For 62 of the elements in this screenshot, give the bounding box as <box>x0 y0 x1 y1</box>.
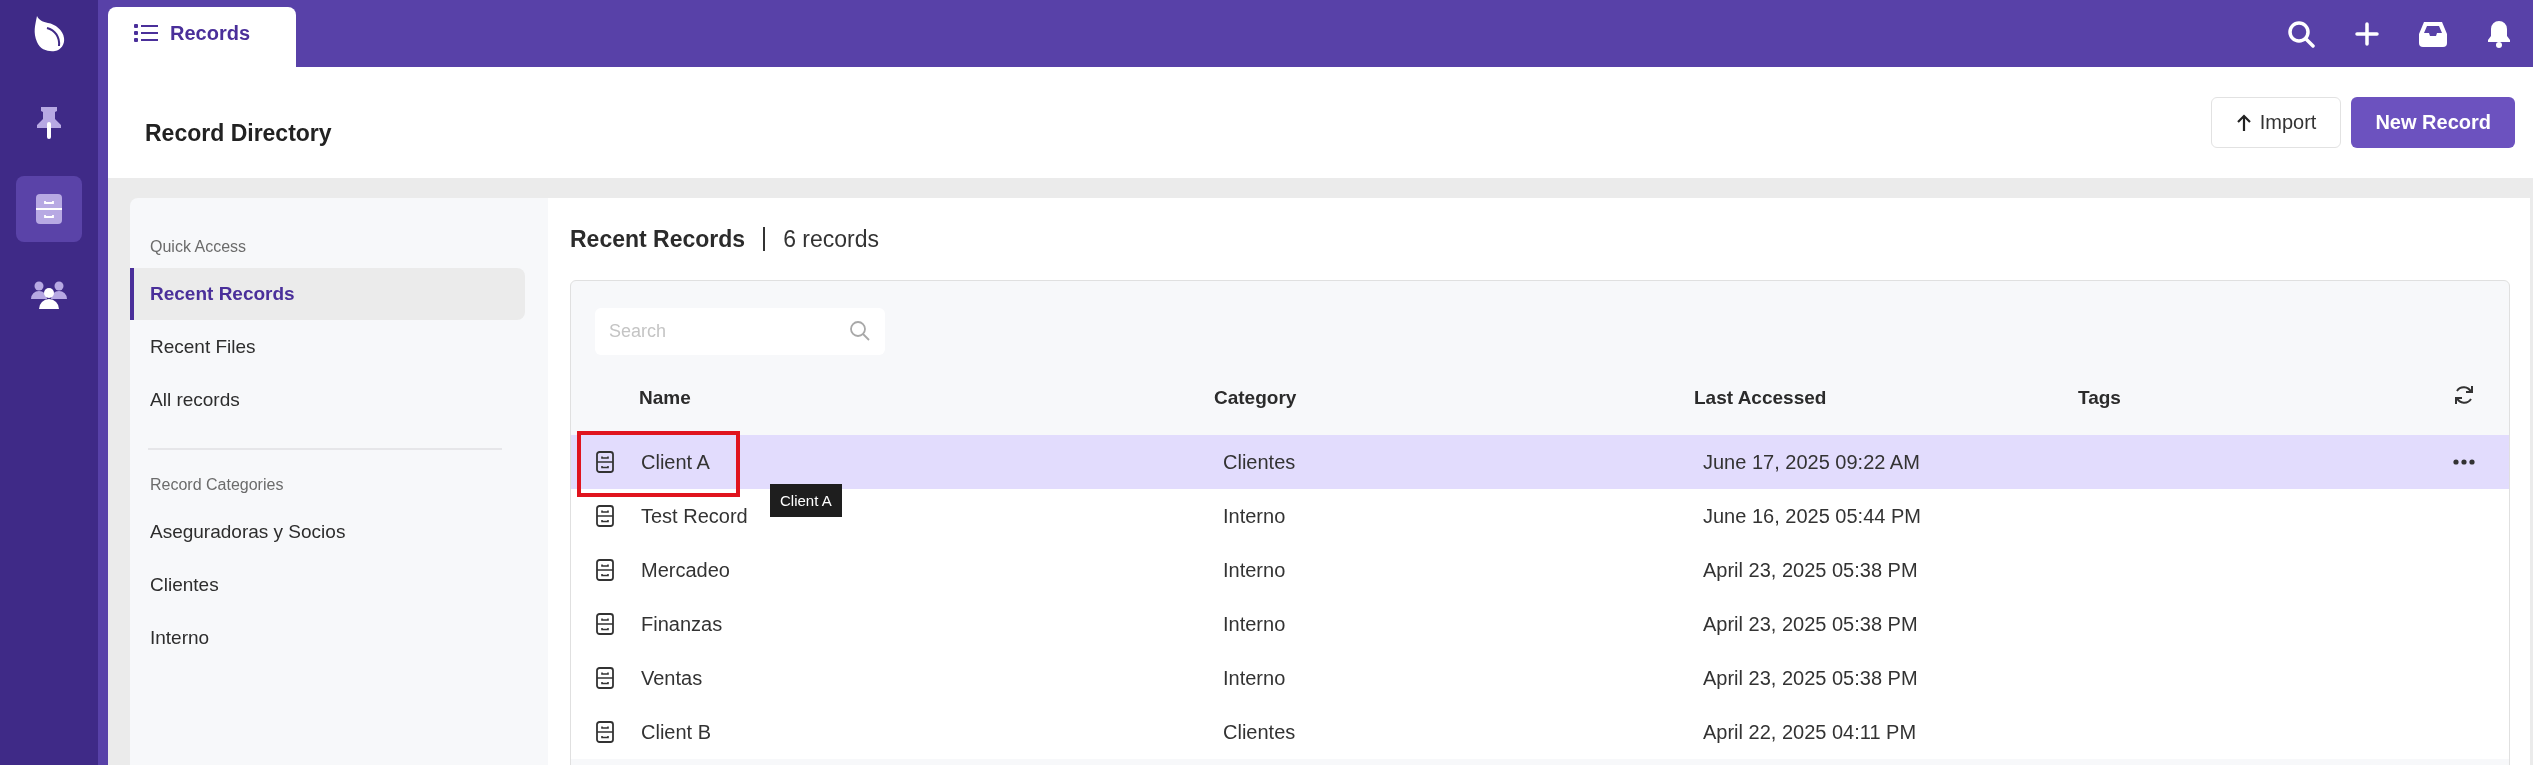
search-field[interactable]: Search <box>595 308 885 355</box>
records-tab[interactable]: Records <box>108 7 296 67</box>
date-cell-text: April 23, 2025 05:38 PM <box>1702 666 1919 690</box>
search-icon[interactable] <box>2287 19 2315 48</box>
leaf-logo-icon[interactable] <box>33 16 65 52</box>
file-cabinet-icon <box>596 721 614 743</box>
file-cabinet-icon <box>596 451 614 473</box>
more-options-icon[interactable] <box>2453 459 2475 465</box>
bell-icon[interactable] <box>2487 19 2511 48</box>
plus-icon[interactable] <box>2355 21 2379 46</box>
column-header[interactable]: Name <box>639 381 1214 409</box>
date-cell-text: June 17, 2025 09:22 AM <box>1702 450 1921 474</box>
list-icon <box>134 23 158 43</box>
sidebar-item[interactable]: Aseguradoras y Socios <box>130 506 525 558</box>
date-cell-text: April 22, 2025 04:11 PM <box>1702 720 1918 744</box>
section-heading: Quick Access <box>149 238 248 257</box>
tooltip: Client A <box>770 484 842 517</box>
sidebar-item[interactable]: Recent Records <box>130 268 525 320</box>
inbox-icon[interactable] <box>2419 20 2447 47</box>
new-record-button[interactable]: New Record <box>2351 97 2515 148</box>
sidebar-item[interactable]: All records <box>130 374 525 426</box>
file-cabinet-icon <box>596 505 614 527</box>
section-heading: Record Categories <box>149 476 285 495</box>
file-cabinet-icon <box>596 559 614 581</box>
up-arrow-icon <box>2235 113 2252 132</box>
category-cell-text: Clientes <box>1222 450 1297 474</box>
pushpin-icon <box>35 106 63 140</box>
record-name[interactable]: Ventas <box>639 666 1214 690</box>
date-cell-text: April 23, 2025 05:38 PM <box>1702 612 1919 636</box>
category-cell-text: Clientes <box>1222 720 1297 744</box>
import-button[interactable]: Import <box>2210 97 2342 148</box>
category-cell-text: Interno <box>1222 558 1287 582</box>
file-cabinet-icon <box>596 613 614 635</box>
record-name[interactable]: Client A <box>639 450 1214 474</box>
table-row[interactable]: Client B Clientes April 22, 2025 04:11 PM <box>571 705 2509 759</box>
section-title: Recent Records <box>570 225 746 253</box>
page-title: Record Directory <box>145 120 332 147</box>
record-name[interactable]: Client B <box>639 720 1214 744</box>
file-cabinet-icon <box>596 667 614 689</box>
table-row[interactable]: Client A Clientes June 17, 2025 09:22 AM <box>571 435 2509 489</box>
category-cell-text: Interno <box>1222 612 1287 636</box>
record-count: 6 records <box>783 225 879 253</box>
table-row[interactable]: Mercadeo Interno April 23, 2025 05:38 PM <box>571 543 2509 597</box>
file-cabinet-icon <box>36 194 62 224</box>
date-cell-text: April 23, 2025 05:38 PM <box>1702 558 1919 582</box>
people-icon <box>31 281 67 309</box>
sidebar-item[interactable]: Interno <box>130 612 525 664</box>
column-header[interactable]: Category <box>1214 381 1694 409</box>
nav-rail-item[interactable] <box>16 176 82 242</box>
sidebar-item[interactable]: Recent Files <box>130 321 525 373</box>
record-name[interactable]: Mercadeo <box>639 558 1214 582</box>
table-row[interactable]: Ventas Interno April 23, 2025 05:38 PM <box>571 651 2509 705</box>
search-icon <box>849 320 871 342</box>
table-row[interactable]: Finanzas Interno April 23, 2025 05:38 PM <box>571 597 2509 651</box>
column-header[interactable]: Last Accessed <box>1694 381 2078 409</box>
date-cell-text: June 16, 2025 05:44 PM <box>1702 504 1922 528</box>
category-cell-text: Interno <box>1222 666 1287 690</box>
category-cell-text: Interno <box>1222 504 1287 528</box>
record-name[interactable]: Finanzas <box>639 612 1214 636</box>
refresh-icon[interactable] <box>2453 384 2475 406</box>
sidebar-item[interactable]: Clientes <box>130 559 525 611</box>
column-header[interactable]: Tags <box>2078 381 2419 409</box>
